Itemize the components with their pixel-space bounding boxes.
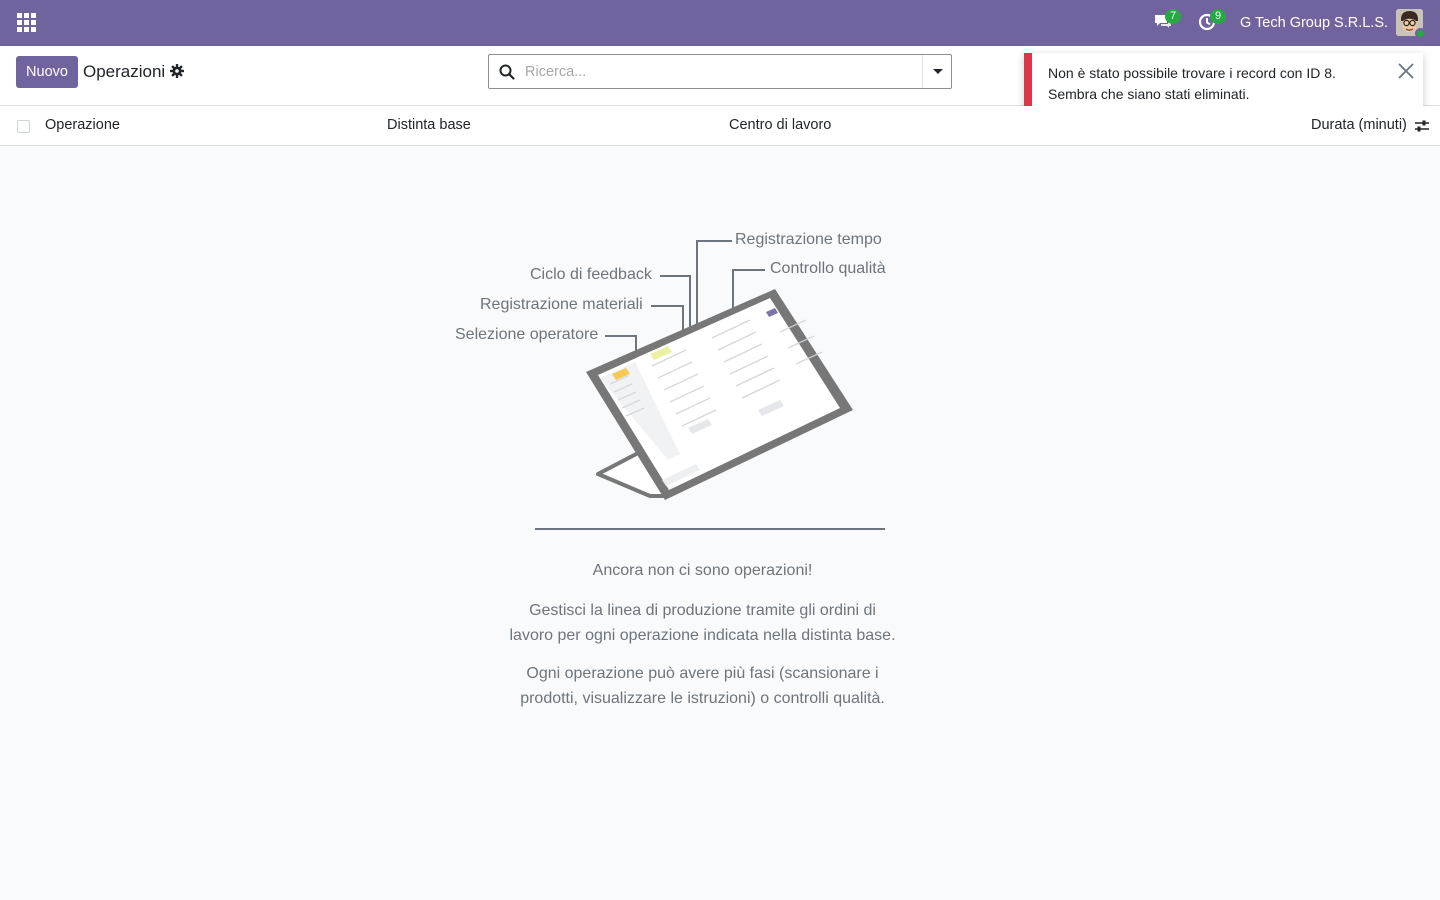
- callout-feedback-loop: Ciclo di feedback: [530, 266, 652, 283]
- tablet-illustration: Registrazione tempo Controllo qualità Ci…: [450, 231, 895, 532]
- list-header: Operazione Distinta base Centro di lavor…: [0, 106, 1440, 146]
- callout-operator: Selezione operatore: [455, 326, 599, 343]
- notification-message: Non è stato possibile trovare i record c…: [1048, 63, 1336, 105]
- discuss-count-badge: 7: [1165, 9, 1181, 24]
- search-input[interactable]: [525, 62, 905, 82]
- activity-count-badge: 9: [1210, 9, 1226, 24]
- online-status-indicator: [1415, 28, 1426, 39]
- search-bar: [488, 54, 952, 89]
- gear-icon[interactable]: [170, 64, 184, 78]
- column-duration[interactable]: Durata (minuti): [1311, 117, 1407, 133]
- callout-quality-control: Controllo qualità: [770, 260, 886, 277]
- top-navbar: 7 9 G Tech Group S.R.L.S.: [0, 0, 1440, 46]
- empty-state-hint: Ogni operazione può avere più fasi (scan…: [470, 662, 935, 711]
- empty-state-title: Ancora non ci sono operazioni!: [592, 562, 813, 579]
- search-icon: [499, 64, 515, 80]
- empty-state: Registrazione tempo Controllo qualità Ci…: [0, 146, 1440, 900]
- callout-materials: Registrazione materiali: [480, 296, 643, 313]
- sliders-icon[interactable]: [1414, 118, 1430, 134]
- clock-icon[interactable]: 9: [1198, 9, 1226, 34]
- empty-state-description: Gestisci la linea di produzione tramite …: [470, 599, 935, 648]
- company-switcher[interactable]: G Tech Group S.R.L.S.: [1240, 15, 1388, 31]
- callout-time-tracking: Registrazione tempo: [735, 231, 882, 248]
- hint-line-2: prodotti, visualizzare le istruzioni) o …: [520, 689, 885, 707]
- notification-line-1: Non è stato possibile trovare i record c…: [1048, 65, 1336, 81]
- description-line-2: lavoro per ogni operazione indicata nell…: [509, 626, 896, 644]
- new-button[interactable]: Nuovo: [16, 56, 78, 88]
- error-notification: Non è stato possibile trovare i record c…: [1024, 53, 1423, 113]
- notification-line-2: Sembra che siano stati eliminati.: [1048, 86, 1250, 102]
- description-line-1: Gestisci la linea di produzione tramite …: [529, 602, 876, 619]
- chat-icon[interactable]: 7: [1153, 9, 1181, 34]
- column-workcenter[interactable]: Centro di lavoro: [729, 117, 831, 133]
- select-all-checkbox[interactable]: [17, 120, 30, 133]
- hint-line-1: Ogni operazione può avere più fasi (scan…: [526, 665, 879, 682]
- illustration-divider: [535, 528, 885, 530]
- grid-icon[interactable]: [17, 13, 36, 32]
- search-options-toggle[interactable]: [922, 55, 952, 88]
- column-operation[interactable]: Operazione: [45, 117, 120, 133]
- user-avatar[interactable]: [1396, 9, 1426, 39]
- column-bom[interactable]: Distinta base: [387, 117, 471, 133]
- close-icon[interactable]: [1398, 63, 1414, 79]
- page-title: Operazioni: [83, 62, 166, 81]
